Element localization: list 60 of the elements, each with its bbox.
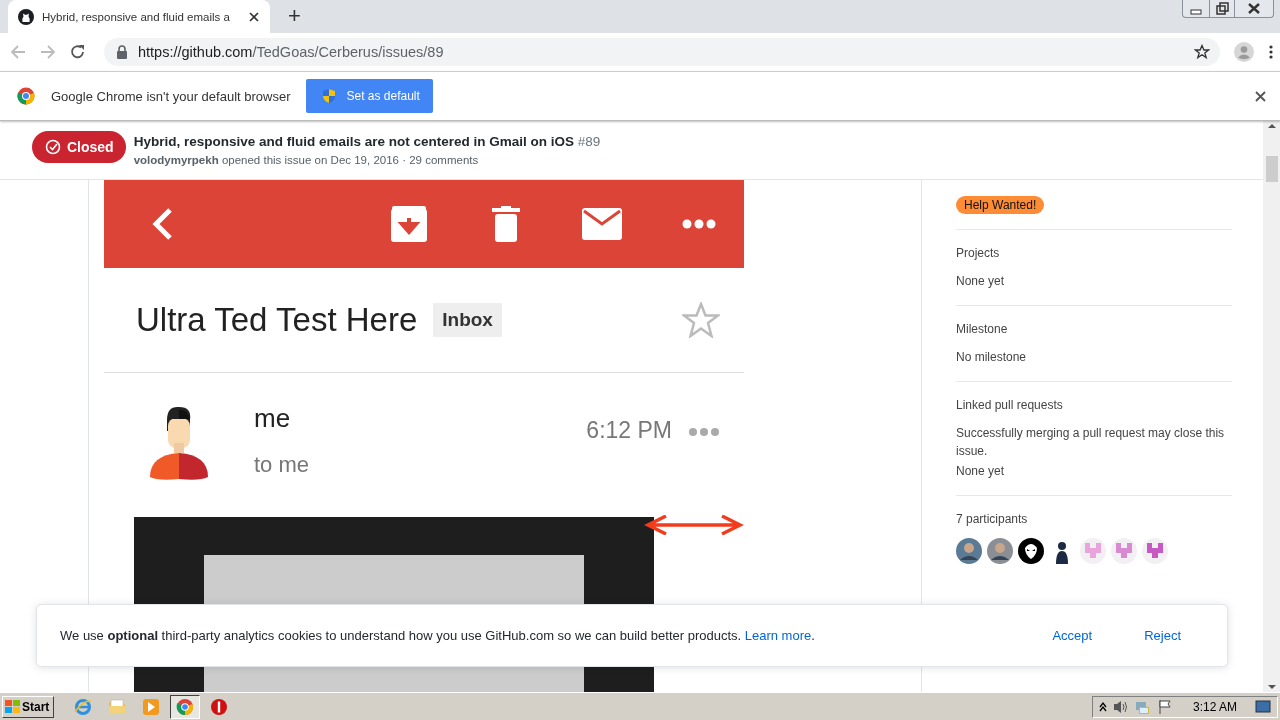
close-icon[interactable] xyxy=(248,10,260,23)
archive-icon[interactable] xyxy=(390,205,428,243)
section-text: None yet xyxy=(956,273,1006,290)
email-time: 6:12 PM xyxy=(586,417,672,445)
avatar-icon[interactable] xyxy=(956,538,982,564)
more-icon[interactable] xyxy=(688,427,720,437)
clock-text: 3:12 AM xyxy=(1192,699,1237,714)
section-heading: Projects xyxy=(956,246,1001,260)
recipient-text: to me xyxy=(254,452,311,478)
address-bar[interactable]: https://github.com/TedGoas/Cerberus/issues/89 xyxy=(104,38,1220,66)
expand-tray-icon[interactable] xyxy=(1098,700,1107,713)
issue-title: Hybrid, responsive and fluid emails are not centered in Gmail on iOS #89 xyxy=(133,134,601,149)
browser-tab[interactable]: Hybrid, responsive and fluid emails a xyxy=(8,0,270,33)
url-text: https://github.com/TedGoas/Cerberus/issues/89 xyxy=(138,44,445,60)
cookie-button[interactable]: Reject xyxy=(1138,624,1187,647)
section-text: None yet xyxy=(956,463,1006,480)
avatar-icon[interactable] xyxy=(1018,538,1044,564)
double-arrow-icon xyxy=(644,515,744,535)
set-default-button[interactable]: Set as default xyxy=(306,79,434,113)
close-icon[interactable] xyxy=(1255,90,1266,102)
browser-globe-icon[interactable] xyxy=(74,697,92,716)
speaker-icon[interactable] xyxy=(1112,698,1129,715)
issue-label[interactable]: Help Wanted! xyxy=(956,196,1045,214)
email-subject: Ultra Ted Test Here xyxy=(136,301,418,339)
infobar-message: Google Chrome isn't your default browser xyxy=(51,88,291,104)
logo-icon xyxy=(18,8,34,25)
cookie-notice: We use optional third-party analytics cookies to understand how you use GitHub.com so we can build better products. Learn more. xyxy=(60,628,816,643)
section-text: Successfully merging a pull request may close this issue. xyxy=(956,425,1226,460)
section-heading: Milestone xyxy=(956,322,1009,336)
profile-icon[interactable] xyxy=(1234,42,1254,62)
inbox-label: Inbox xyxy=(433,303,502,337)
closed-issue-icon xyxy=(45,139,61,155)
show-desktop-icon[interactable] xyxy=(1255,698,1271,715)
cookie-button[interactable]: Accept xyxy=(1046,624,1099,647)
lock-icon xyxy=(116,45,128,59)
windows-logo-icon xyxy=(5,699,20,714)
sender-name: me xyxy=(254,403,292,434)
scrollbar-thumb[interactable] xyxy=(1265,156,1278,182)
issue-meta: volodymyrpekh opened this issue on Dec 19, 2016 · 29 comments xyxy=(133,154,480,166)
reload-icon[interactable] xyxy=(70,44,86,60)
section-heading: 7 participants xyxy=(956,512,1029,526)
section-text: No milestone xyxy=(956,349,1028,366)
more-icon[interactable] xyxy=(682,219,716,229)
chrome-logo-icon[interactable] xyxy=(176,697,194,716)
stop-icon[interactable] xyxy=(210,697,228,716)
start-button[interactable]: Start xyxy=(2,695,54,718)
flag-icon[interactable] xyxy=(1156,698,1173,715)
closed-state-badge: Closed xyxy=(32,131,126,163)
chrome-logo-icon xyxy=(17,87,35,105)
star-icon[interactable] xyxy=(1194,44,1210,60)
play-icon[interactable] xyxy=(142,697,160,716)
star-icon[interactable] xyxy=(682,302,720,338)
section-heading: Linked pull requests xyxy=(956,398,1064,412)
trash-icon[interactable] xyxy=(492,206,520,242)
tab-title: Hybrid, responsive and fluid emails a xyxy=(42,10,231,23)
mail-icon[interactable] xyxy=(582,208,622,240)
avatar-icon[interactable] xyxy=(987,538,1013,564)
shield-icon xyxy=(322,88,337,104)
menu-icon[interactable] xyxy=(1268,44,1274,60)
new-tab-button[interactable]: + xyxy=(284,4,305,28)
